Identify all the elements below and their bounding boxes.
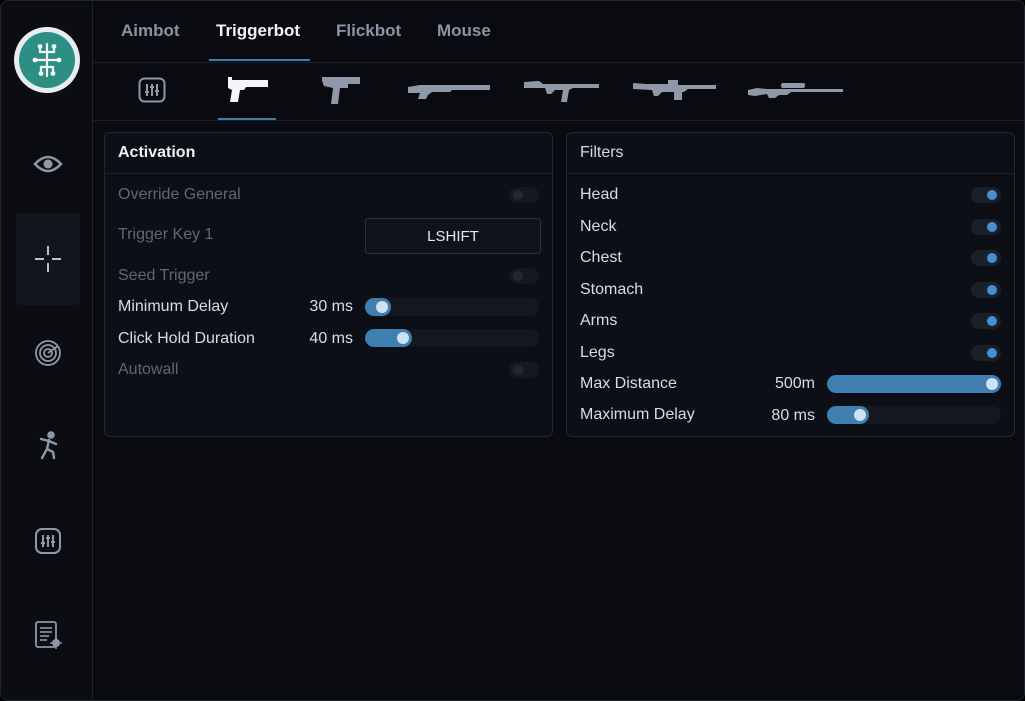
min-delay-slider[interactable] xyxy=(365,298,539,316)
max-distance-slider[interactable] xyxy=(827,375,1001,393)
filter-neck-row: Neck xyxy=(580,215,1001,239)
sidebar-item-aim[interactable] xyxy=(16,213,80,305)
crosshair-icon xyxy=(35,246,61,272)
weapon-tab-smg[interactable] xyxy=(319,72,363,108)
lmg-icon xyxy=(633,80,716,100)
filter-stomach-toggle[interactable] xyxy=(971,282,1001,298)
max-distance-value: 500m xyxy=(774,375,815,392)
max-delay-label: Maximum Delay xyxy=(580,406,695,423)
click-hold-slider[interactable] xyxy=(365,329,539,347)
filter-legs-row: Legs xyxy=(580,341,1001,365)
activation-title: Activation xyxy=(105,133,552,174)
settings-icon xyxy=(35,528,61,554)
filter-chest-row: Chest xyxy=(580,246,1001,270)
rifle-icon xyxy=(524,81,599,102)
app-window: Aimbot Triggerbot Flickbot Mouse Activat… xyxy=(0,0,1025,701)
click-hold-value: 40 ms xyxy=(309,330,353,347)
smg-icon xyxy=(322,77,360,104)
sidebar-item-visuals[interactable] xyxy=(16,118,80,210)
trigger-key-label: Trigger Key 1 xyxy=(118,226,214,243)
top-tab-bar: Aimbot Triggerbot Flickbot Mouse xyxy=(93,1,1024,63)
filter-head-toggle[interactable] xyxy=(971,187,1001,203)
tab-mouse[interactable]: Mouse xyxy=(437,21,491,41)
min-delay-slider-knob[interactable] xyxy=(376,301,388,313)
click-hold-slider-knob[interactable] xyxy=(397,332,409,344)
max-delay-value: 80 ms xyxy=(771,407,815,424)
brain-logo xyxy=(14,27,80,93)
min-delay-value: 30 ms xyxy=(309,298,353,315)
max-delay-slider-knob[interactable] xyxy=(854,409,866,421)
autowall-label: Autowall xyxy=(118,361,179,378)
filter-chest-toggle[interactable] xyxy=(971,250,1001,266)
override-general-label: Override General xyxy=(118,186,241,203)
weapon-tab-pistol[interactable] xyxy=(219,72,275,108)
min-delay-label: Minimum Delay xyxy=(118,298,229,315)
max-distance-slider-fill xyxy=(827,375,1001,393)
sidebar xyxy=(1,1,93,700)
shotgun-icon xyxy=(408,85,490,99)
sidebar-item-radar[interactable] xyxy=(16,307,80,399)
active-weapon-indicator xyxy=(218,118,276,120)
sidebar-item-settings[interactable] xyxy=(16,495,80,587)
seed-trigger-label: Seed Trigger xyxy=(118,267,210,284)
filter-stomach-row: Stomach xyxy=(580,278,1001,302)
filter-stomach-label: Stomach xyxy=(580,281,644,298)
filter-legs-label: Legs xyxy=(580,344,615,361)
log-icon xyxy=(35,621,62,649)
override-general-row: Override General xyxy=(118,183,539,207)
seed-trigger-toggle[interactable] xyxy=(509,268,539,284)
filter-arms-toggle[interactable] xyxy=(971,313,1001,329)
sidebar-item-logs[interactable] xyxy=(16,589,80,681)
filter-arms-label: Arms xyxy=(580,312,618,329)
active-tab-indicator xyxy=(209,59,310,61)
filters-title: Filters xyxy=(567,133,1014,174)
activation-panel: Activation Override General Trigger Key … xyxy=(104,132,553,437)
trigger-key-button[interactable]: LSHIFT xyxy=(365,218,541,254)
eye-icon xyxy=(33,155,63,173)
autowall-row: Autowall xyxy=(118,358,539,382)
click-hold-label: Click Hold Duration xyxy=(118,330,255,347)
filter-neck-label: Neck xyxy=(580,218,617,235)
weapon-tab-lmg[interactable] xyxy=(631,72,719,108)
override-general-toggle[interactable] xyxy=(509,187,539,203)
pistol-icon xyxy=(228,77,268,102)
sniper-icon xyxy=(748,83,843,98)
weapon-tab-rifle[interactable] xyxy=(523,72,601,108)
max-distance-label: Max Distance xyxy=(580,375,677,392)
filter-legs-toggle[interactable] xyxy=(971,345,1001,361)
max-delay-slider[interactable] xyxy=(827,406,1001,424)
tab-flickbot[interactable]: Flickbot xyxy=(336,21,401,41)
radar-icon xyxy=(35,340,61,366)
filter-arms-row: Arms xyxy=(580,309,1001,333)
autowall-toggle[interactable] xyxy=(509,362,539,378)
tab-aimbot[interactable]: Aimbot xyxy=(121,21,180,41)
weapon-tab-general[interactable] xyxy=(135,72,169,108)
seed-trigger-row: Seed Trigger xyxy=(118,264,539,288)
weapon-tab-sniper[interactable] xyxy=(747,72,845,108)
weapon-tab-bar xyxy=(93,62,1024,121)
filter-chest-label: Chest xyxy=(580,249,622,266)
weapon-tab-shotgun[interactable] xyxy=(405,72,493,108)
max-distance-slider-knob[interactable] xyxy=(986,378,998,390)
tab-triggerbot[interactable]: Triggerbot xyxy=(216,21,300,41)
sidebar-item-player[interactable] xyxy=(16,399,80,491)
filter-head-row: Head xyxy=(580,183,1001,207)
filter-head-label: Head xyxy=(580,186,619,203)
figure-icon xyxy=(39,431,58,460)
filter-neck-toggle[interactable] xyxy=(971,219,1001,235)
settings-icon xyxy=(138,77,166,103)
